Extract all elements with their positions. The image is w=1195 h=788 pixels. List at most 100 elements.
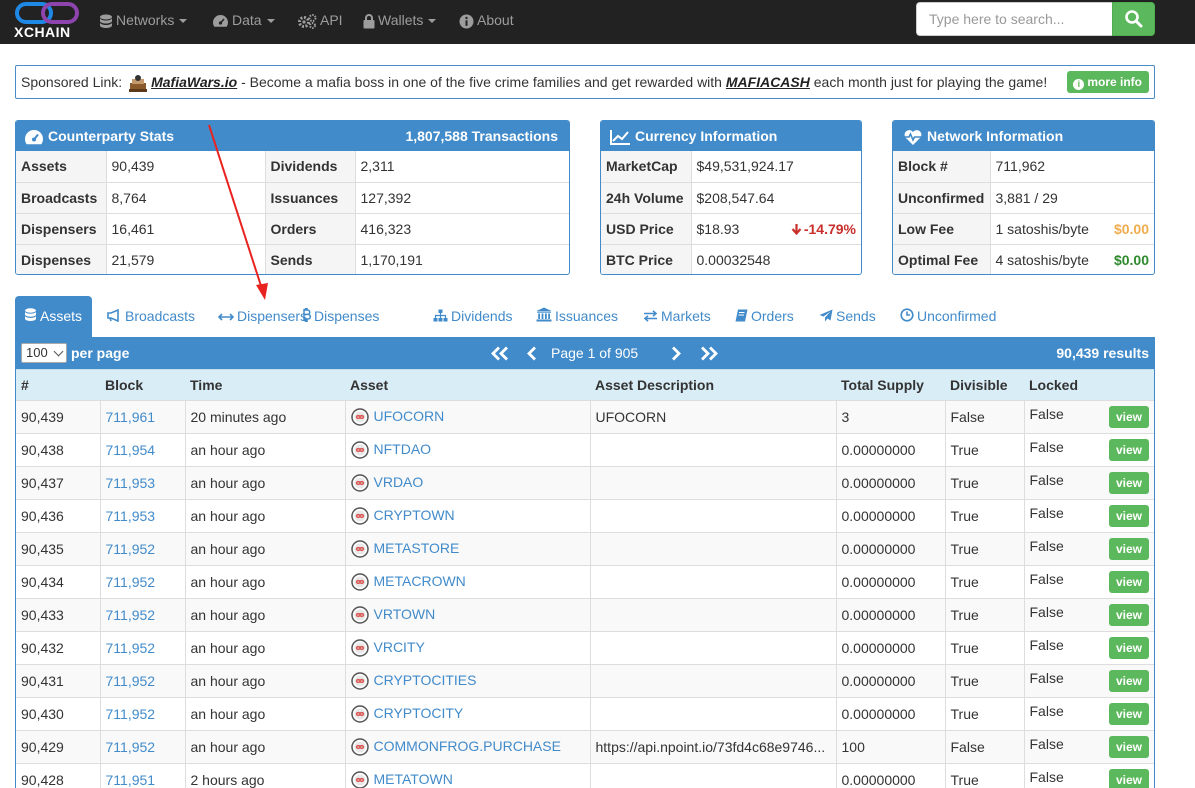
asset-icon (350, 672, 369, 690)
table-row: 90,435 711,952 an hour ago METASTORE 0.00000… (16, 532, 1154, 566)
total-supply: 0.00000000 (836, 565, 946, 599)
book-icon (735, 297, 748, 337)
last-page-icon[interactable] (698, 346, 720, 361)
nav-networks[interactable]: Networks (99, 11, 188, 29)
view-button[interactable]: view (1108, 604, 1149, 626)
block-link[interactable]: 711,952 (106, 739, 156, 755)
tab-dispensers[interactable]: Dispensers (217, 296, 307, 337)
view-button[interactable]: view (1108, 736, 1149, 758)
sponsor-text-1: - Become a mafia boss in one of the five… (237, 74, 726, 90)
divisible: True (945, 433, 1025, 467)
asset-link[interactable]: METASTORE (374, 540, 460, 556)
per-page-select[interactable]: 100 (21, 343, 67, 363)
locked: False (1029, 571, 1064, 587)
block-link[interactable]: 711,954 (106, 442, 156, 458)
bitcoin-icon (302, 297, 312, 337)
total-supply: 0.00000000 (836, 499, 946, 533)
view-button[interactable]: view (1108, 637, 1149, 659)
search-input[interactable] (916, 2, 1112, 36)
view-button[interactable]: view (1108, 538, 1149, 560)
next-page-icon[interactable] (670, 346, 682, 361)
chevron-down-icon (266, 19, 275, 24)
asset-link[interactable]: VRDAO (374, 474, 424, 490)
locked: False (1029, 505, 1064, 521)
tab-orders[interactable]: Orders (735, 296, 794, 337)
view-button[interactable]: view (1108, 406, 1149, 428)
asset-link[interactable]: UFOCORN (374, 408, 445, 424)
sponsor-text-2: each month just for playing the game! (809, 74, 1048, 90)
nav-about[interactable]: About (459, 11, 514, 29)
tab-markets[interactable]: Markets (643, 296, 711, 337)
locked: False (1029, 472, 1064, 488)
view-button[interactable]: view (1108, 703, 1149, 725)
tab-assets[interactable]: Assets (15, 296, 93, 337)
stats-row: Dispensers 16,461 Orders 416,323 (16, 212, 569, 244)
tab-dispenses[interactable]: Dispenses (302, 296, 379, 337)
block-link[interactable]: 711,952 (106, 541, 156, 557)
nav-networks-label: Networks (116, 12, 175, 28)
row-number: 90,428 (16, 763, 101, 788)
view-button[interactable]: view (1108, 670, 1149, 692)
time-cell: an hour ago (185, 730, 346, 764)
block-link[interactable]: 711,961 (106, 409, 156, 425)
block-link[interactable]: 711,952 (106, 607, 156, 623)
tab-issuances[interactable]: Issuances (536, 296, 618, 337)
asset-link[interactable]: CRYPTOWN (374, 507, 455, 523)
nav-api[interactable]: API (298, 11, 343, 29)
sponsor-token-link[interactable]: MAFIACASH (726, 74, 810, 90)
block-link[interactable]: 711,952 (106, 640, 156, 656)
column-header: Divisible (945, 369, 1024, 401)
currency-row: BTC Price 0.00032548 (601, 243, 861, 274)
block-link[interactable]: 711,951 (106, 772, 156, 788)
first-page-icon[interactable] (489, 346, 511, 361)
asset-link[interactable]: NFTDAO (374, 441, 432, 457)
block-link[interactable]: 711,953 (106, 508, 156, 524)
currency-label: BTC Price (601, 243, 692, 274)
asset-link[interactable]: VRTOWN (374, 606, 436, 622)
search-button[interactable] (1112, 2, 1155, 36)
asset-link[interactable]: METACROWN (374, 573, 466, 589)
nav-data[interactable]: Data (212, 11, 275, 29)
total-supply: 0.00000000 (836, 532, 946, 566)
asset-icon (350, 408, 369, 426)
asset-link[interactable]: CRYPTOCITY (374, 705, 464, 721)
block-link[interactable]: 711,952 (106, 673, 156, 689)
tab-label: Assets (40, 308, 83, 324)
xchain-logo[interactable]: XCHAIN (12, 0, 84, 44)
view-button[interactable]: view (1108, 769, 1149, 788)
asset-link[interactable]: COMMONFROG.PURCHASE (374, 738, 561, 754)
view-button[interactable]: view (1108, 505, 1149, 527)
previous-page-icon[interactable] (526, 346, 538, 361)
asset-icon (350, 474, 369, 492)
tab-dividends[interactable]: Dividends (433, 296, 512, 337)
asset-cell: VRCITY (345, 631, 591, 665)
block-cell: 711,961 (100, 400, 186, 434)
tab-label: Unconfirmed (917, 308, 997, 324)
more-info-button[interactable]: i more info (1067, 71, 1149, 93)
row-number: 90,432 (16, 631, 101, 665)
view-button[interactable]: view (1108, 571, 1149, 593)
tab-sends[interactable]: Sends (819, 296, 876, 337)
tab-unconfirmed[interactable]: Unconfirmed (900, 296, 996, 337)
stat-value: 127,392 (355, 181, 569, 213)
block-link[interactable]: 711,952 (106, 574, 156, 590)
view-button[interactable]: view (1108, 439, 1149, 461)
divisible: True (945, 664, 1025, 698)
locked-cell: False view (1024, 400, 1154, 434)
tab-broadcasts[interactable]: Broadcasts (107, 296, 195, 337)
asset-link[interactable]: VRCITY (374, 639, 425, 655)
asset-link[interactable]: CRYPTOCITIES (374, 672, 477, 688)
asset-icon (350, 738, 369, 756)
asset-icon (350, 540, 369, 558)
sponsor-link[interactable]: MafiaWars.io (151, 74, 237, 90)
cogs-icon (298, 13, 317, 29)
asset-description (590, 499, 837, 533)
locked-cell: False view (1024, 730, 1154, 764)
stat-value: 21,579 (106, 243, 266, 274)
view-button[interactable]: view (1108, 472, 1149, 494)
asset-link[interactable]: METATOWN (374, 771, 453, 787)
nav-wallets[interactable]: Wallets (363, 11, 437, 29)
block-link[interactable]: 711,953 (106, 475, 156, 491)
block-link[interactable]: 711,952 (106, 706, 156, 722)
info-icon: i (1073, 79, 1085, 90)
